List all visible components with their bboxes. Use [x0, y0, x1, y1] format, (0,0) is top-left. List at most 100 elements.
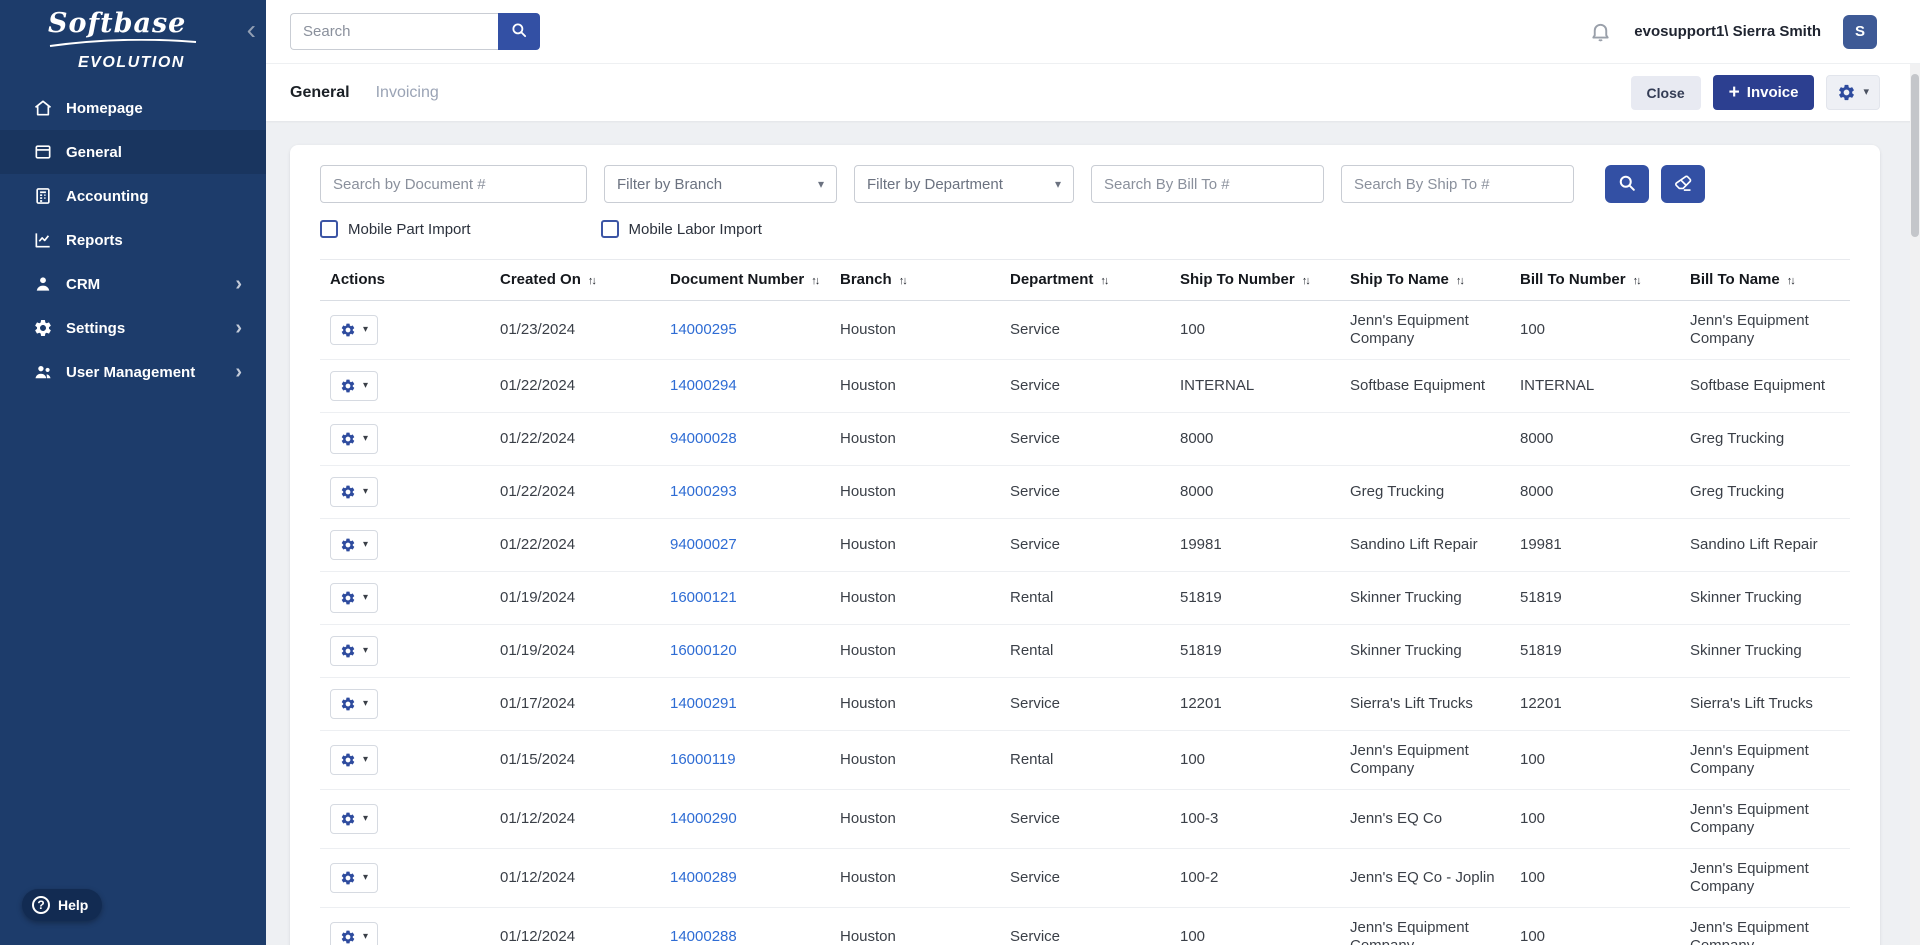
column-header-branch[interactable]: Branch ↑↓ — [830, 259, 1000, 301]
close-button[interactable]: Close — [1630, 75, 1701, 110]
sort-icon[interactable]: ↑↓ — [1633, 275, 1642, 287]
row-actions-button[interactable]: ▾ — [330, 689, 379, 719]
document-number-link[interactable]: 16000121 — [670, 589, 737, 606]
cell-bill-to-name: Skinner Trucking — [1680, 624, 1850, 678]
sidebar-item-homepage[interactable]: Homepage — [0, 86, 266, 130]
sidebar-item-label: General — [66, 143, 122, 161]
scrollbar-thumb[interactable] — [1911, 74, 1919, 237]
sort-icon[interactable]: ↑↓ — [1100, 275, 1109, 287]
cell-bill-to-name: Jenn's Equipment Company — [1680, 730, 1850, 790]
document-number-link[interactable]: 16000120 — [670, 642, 737, 659]
sidebar-item-user-management[interactable]: User Management › — [0, 350, 266, 394]
avatar[interactable]: S — [1843, 14, 1877, 49]
add-invoice-button[interactable]: + Invoice — [1712, 75, 1815, 110]
tab-invoicing[interactable]: Invoicing — [376, 84, 439, 102]
row-actions-button[interactable]: ▾ — [330, 745, 379, 775]
row-actions-button[interactable]: ▾ — [330, 477, 379, 507]
sort-icon[interactable]: ↑↓ — [588, 275, 597, 287]
sidebar-item-label: Homepage — [66, 99, 143, 117]
cell-department: Service — [1000, 848, 1170, 908]
checkbox-icon — [600, 220, 619, 238]
column-header-ship-to-number[interactable]: Ship To Number ↑↓ — [1170, 259, 1340, 301]
document-number-link[interactable]: 16000119 — [670, 751, 736, 768]
mobile-labor-import-checkbox[interactable]: Mobile Labor Import — [600, 220, 762, 238]
cell-created-on: 01/22/2024 — [490, 359, 660, 413]
help-button[interactable]: ? Help — [22, 889, 103, 921]
global-search-input[interactable] — [290, 13, 498, 50]
sidebar-item-label: Reports — [66, 231, 123, 249]
document-number-link[interactable]: 94000027 — [670, 536, 737, 553]
settings-dropdown-button[interactable]: ▾ — [1826, 75, 1880, 110]
document-number-link[interactable]: 14000289 — [670, 869, 737, 886]
document-number-link[interactable]: 14000290 — [670, 810, 737, 827]
gear-icon — [340, 696, 356, 712]
sort-icon[interactable]: ↑↓ — [1456, 275, 1465, 287]
sidebar-item-general[interactable]: General — [0, 130, 266, 174]
sort-icon[interactable]: ↑↓ — [1302, 275, 1311, 287]
document-number-link[interactable]: 14000295 — [670, 321, 737, 338]
global-search-button[interactable] — [498, 13, 540, 50]
sort-icon[interactable]: ↑↓ — [811, 275, 820, 287]
tab-general[interactable]: General — [290, 84, 350, 102]
row-actions-button[interactable]: ▾ — [330, 424, 379, 454]
row-actions-button[interactable]: ▾ — [330, 922, 379, 945]
logo-swoosh — [48, 35, 266, 53]
cell-bill-to-number: 100 — [1510, 789, 1680, 849]
column-header-document-number[interactable]: Document Number ↑↓ — [660, 259, 830, 301]
clear-filters-button[interactable] — [1661, 165, 1705, 203]
sidebar-collapse-icon[interactable]: ‹ — [247, 16, 256, 44]
column-header-department[interactable]: Department ↑↓ — [1000, 259, 1170, 301]
department-filter-placeholder: Filter by Department — [867, 175, 1003, 193]
column-header-label: Document Number — [670, 271, 805, 288]
row-actions-button[interactable]: ▾ — [330, 583, 379, 613]
cell-document-number: 94000028 — [660, 412, 830, 466]
row-actions-button[interactable]: ▾ — [330, 804, 379, 834]
notification-bell-icon[interactable] — [1589, 20, 1612, 43]
table-row: ▾ 01/22/2024 14000294 Houston Service IN… — [320, 359, 1850, 413]
row-actions-button[interactable]: ▾ — [330, 315, 379, 345]
cell-branch: Houston — [830, 465, 1000, 519]
row-actions-button[interactable]: ▾ — [330, 863, 379, 893]
sidebar-item-crm[interactable]: CRM › — [0, 262, 266, 306]
brand-subname: EVOLUTION — [78, 54, 185, 71]
department-filter-select[interactable]: Filter by Department ▾ — [854, 165, 1074, 203]
document-number-link[interactable]: 14000294 — [670, 377, 737, 394]
column-header-bill-to-name[interactable]: Bill To Name ↑↓ — [1680, 259, 1850, 301]
column-header-created-on[interactable]: Created On ↑↓ — [490, 259, 660, 301]
cell-ship-to-name — [1340, 412, 1510, 466]
cell-ship-to-number: 100-3 — [1170, 789, 1340, 849]
sidebar-item-reports[interactable]: Reports — [0, 218, 266, 262]
ship-to-search-input[interactable] — [1341, 165, 1574, 203]
table-row: ▾ 01/12/2024 14000290 Houston Service 10… — [320, 789, 1850, 849]
cell-bill-to-number: 51819 — [1510, 571, 1680, 625]
document-number-link[interactable]: 14000291 — [670, 695, 737, 712]
document-search-input[interactable] — [320, 165, 587, 203]
sidebar-item-accounting[interactable]: Accounting — [0, 174, 266, 218]
page-tabs: General Invoicing — [290, 84, 439, 102]
document-number-link[interactable]: 14000293 — [670, 483, 737, 500]
bill-to-search-input[interactable] — [1091, 165, 1324, 203]
cell-document-number: 14000294 — [660, 359, 830, 413]
sidebar-item-settings[interactable]: Settings › — [0, 306, 266, 350]
column-header-ship-to-name[interactable]: Ship To Name ↑↓ — [1340, 259, 1510, 301]
document-number-link[interactable]: 94000028 — [670, 430, 737, 447]
chevron-down-icon: ▾ — [363, 380, 369, 391]
branch-filter-select[interactable]: Filter by Branch ▾ — [604, 165, 837, 203]
column-header-label: Branch — [840, 271, 892, 288]
scrollbar[interactable] — [1910, 64, 1920, 945]
cell-created-on: 01/12/2024 — [490, 789, 660, 849]
mobile-part-import-checkbox[interactable]: Mobile Part Import — [320, 220, 471, 238]
row-actions-button[interactable]: ▾ — [330, 636, 379, 666]
document-number-link[interactable]: 14000288 — [670, 928, 737, 945]
cell-ship-to-number: 100 — [1170, 730, 1340, 790]
invoice-button-label: Invoice — [1746, 84, 1799, 101]
home-icon — [33, 98, 53, 118]
sort-icon[interactable]: ↑↓ — [1787, 275, 1796, 287]
column-header-bill-to-number[interactable]: Bill To Number ↑↓ — [1510, 259, 1680, 301]
row-actions-button[interactable]: ▾ — [330, 371, 379, 401]
sort-icon[interactable]: ↑↓ — [899, 275, 908, 287]
filter-search-button[interactable] — [1605, 165, 1649, 203]
row-actions-button[interactable]: ▾ — [330, 530, 379, 560]
cell-bill-to-name: Greg Trucking — [1680, 412, 1850, 466]
cell-created-on: 01/22/2024 — [490, 412, 660, 466]
